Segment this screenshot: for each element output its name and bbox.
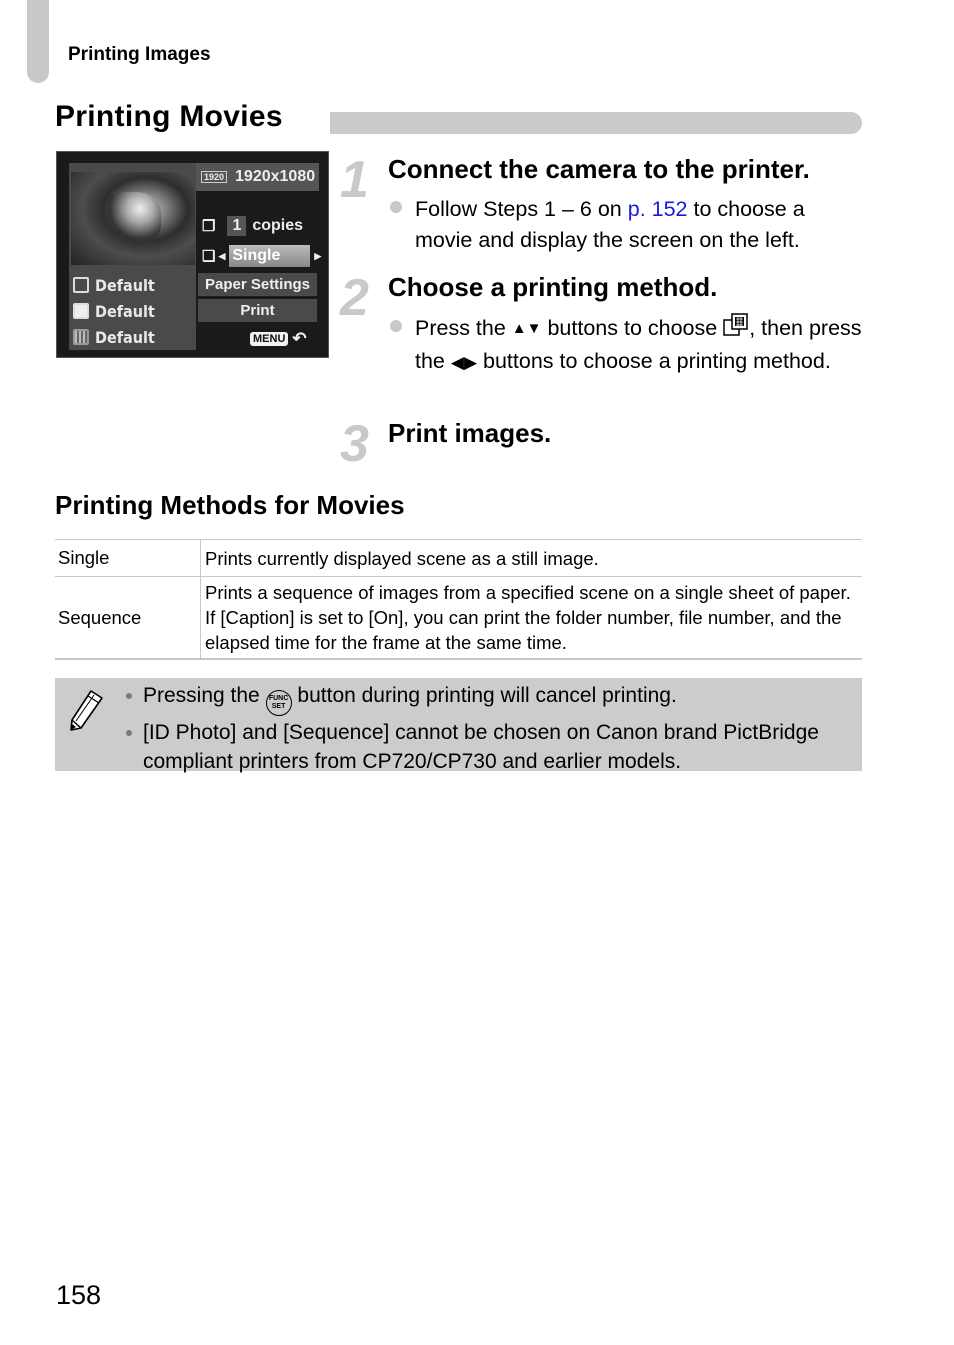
copies-icon: ❐ bbox=[202, 218, 216, 235]
method-name: Single bbox=[55, 539, 201, 577]
step-number: 1 bbox=[340, 151, 369, 209]
step-number: 2 bbox=[340, 269, 369, 327]
note-box: Pressing the FUNC SET button during print… bbox=[55, 678, 862, 773]
table-row: Single Prints currently displayed scene … bbox=[55, 539, 862, 577]
chevron-left-icon: ◀ bbox=[218, 250, 226, 261]
page-number: 158 bbox=[56, 1280, 102, 1310]
back-arrow-icon: ↶ bbox=[292, 329, 307, 348]
camera-print-button: Print bbox=[198, 299, 317, 322]
printing-methods-table: Single Prints currently displayed scene … bbox=[55, 539, 862, 660]
camera-setting-row: Default bbox=[73, 273, 155, 297]
chevron-right-icon: ▶ bbox=[314, 250, 322, 261]
table-row: Sequence Prints a sequence of images fro… bbox=[55, 576, 862, 660]
step-number: 3 bbox=[340, 415, 369, 473]
movie-size-icon: 1920 bbox=[201, 171, 228, 183]
layout-icon bbox=[73, 329, 89, 345]
print-method-icon bbox=[723, 313, 749, 346]
paper-size-icon bbox=[73, 277, 89, 293]
camera-setting-row: Default bbox=[73, 299, 155, 323]
page-link[interactable]: p. 152 bbox=[628, 197, 688, 221]
step-title: Choose a printing method. bbox=[388, 272, 718, 302]
up-down-arrows-icon: ▲▼ bbox=[511, 320, 542, 337]
movie-thumbnail bbox=[71, 172, 195, 265]
camera-setting-row: Default bbox=[73, 325, 155, 349]
bullet-icon bbox=[126, 693, 132, 699]
step-instruction: Follow Steps 1 – 6 on p. 152 to choose a… bbox=[415, 197, 805, 252]
method-description: Prints a sequence of images from a speci… bbox=[200, 576, 862, 660]
subsection-title: Printing Methods for Movies bbox=[55, 490, 405, 520]
step-instruction: Press the ▲▼ buttons to choose , then pr… bbox=[388, 313, 863, 378]
func-set-button-icon: FUNC SET bbox=[265, 690, 292, 716]
chapter-tab-marker bbox=[27, 0, 49, 83]
camera-paper-settings-button: Paper Settings bbox=[198, 273, 317, 296]
note-item: [ID Photo] and [Sequence] cannot be chos… bbox=[123, 718, 858, 776]
camera-copies: ❐ 1 copies bbox=[202, 216, 304, 236]
section-title-bar bbox=[330, 112, 862, 134]
pencil-icon bbox=[69, 688, 105, 737]
camera-screen-illustration: Default Default Default 1920 1920x1080 ❐… bbox=[56, 151, 329, 358]
step-title: Print images. bbox=[388, 418, 552, 448]
camera-print-method: ❑ ◀ Single ▶ bbox=[202, 245, 322, 267]
section-title: Printing Movies bbox=[55, 100, 283, 133]
left-right-arrows-icon: ◀▶ bbox=[450, 352, 478, 372]
menu-button-icon: MENU bbox=[250, 332, 289, 346]
camera-menu-back: MENU ↶ bbox=[250, 329, 307, 349]
step-title: Connect the camera to the printer. bbox=[388, 154, 810, 184]
camera-preview-panel: Default Default Default bbox=[69, 163, 196, 350]
note-item: Pressing the FUNC SET button during print… bbox=[123, 681, 858, 716]
bullet-icon bbox=[126, 730, 132, 736]
print-method-icon: ❑ bbox=[202, 248, 216, 265]
camera-resolution: 1920 1920x1080 bbox=[196, 163, 319, 191]
paper-type-icon bbox=[73, 303, 89, 319]
running-header: Printing Images bbox=[68, 44, 211, 65]
method-name: Sequence bbox=[55, 576, 201, 660]
method-description: Prints currently displayed scene as a st… bbox=[200, 539, 862, 577]
